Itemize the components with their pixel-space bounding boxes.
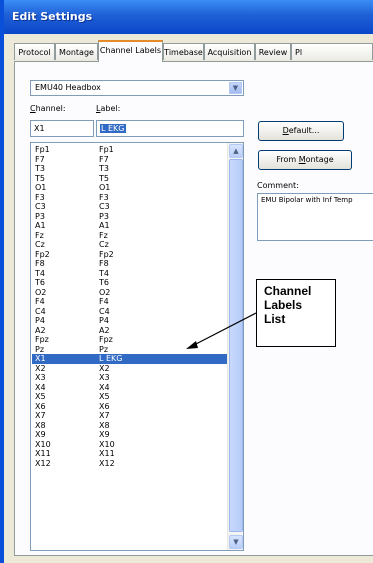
callout-line-1: Channel: [264, 284, 312, 298]
callout-line-2: Labels: [264, 298, 303, 312]
callout-line-3: List: [264, 312, 286, 326]
tab-channel-labels[interactable]: Channel Labels: [98, 40, 163, 62]
annotation-callout: Channel Labels List: [256, 279, 336, 347]
